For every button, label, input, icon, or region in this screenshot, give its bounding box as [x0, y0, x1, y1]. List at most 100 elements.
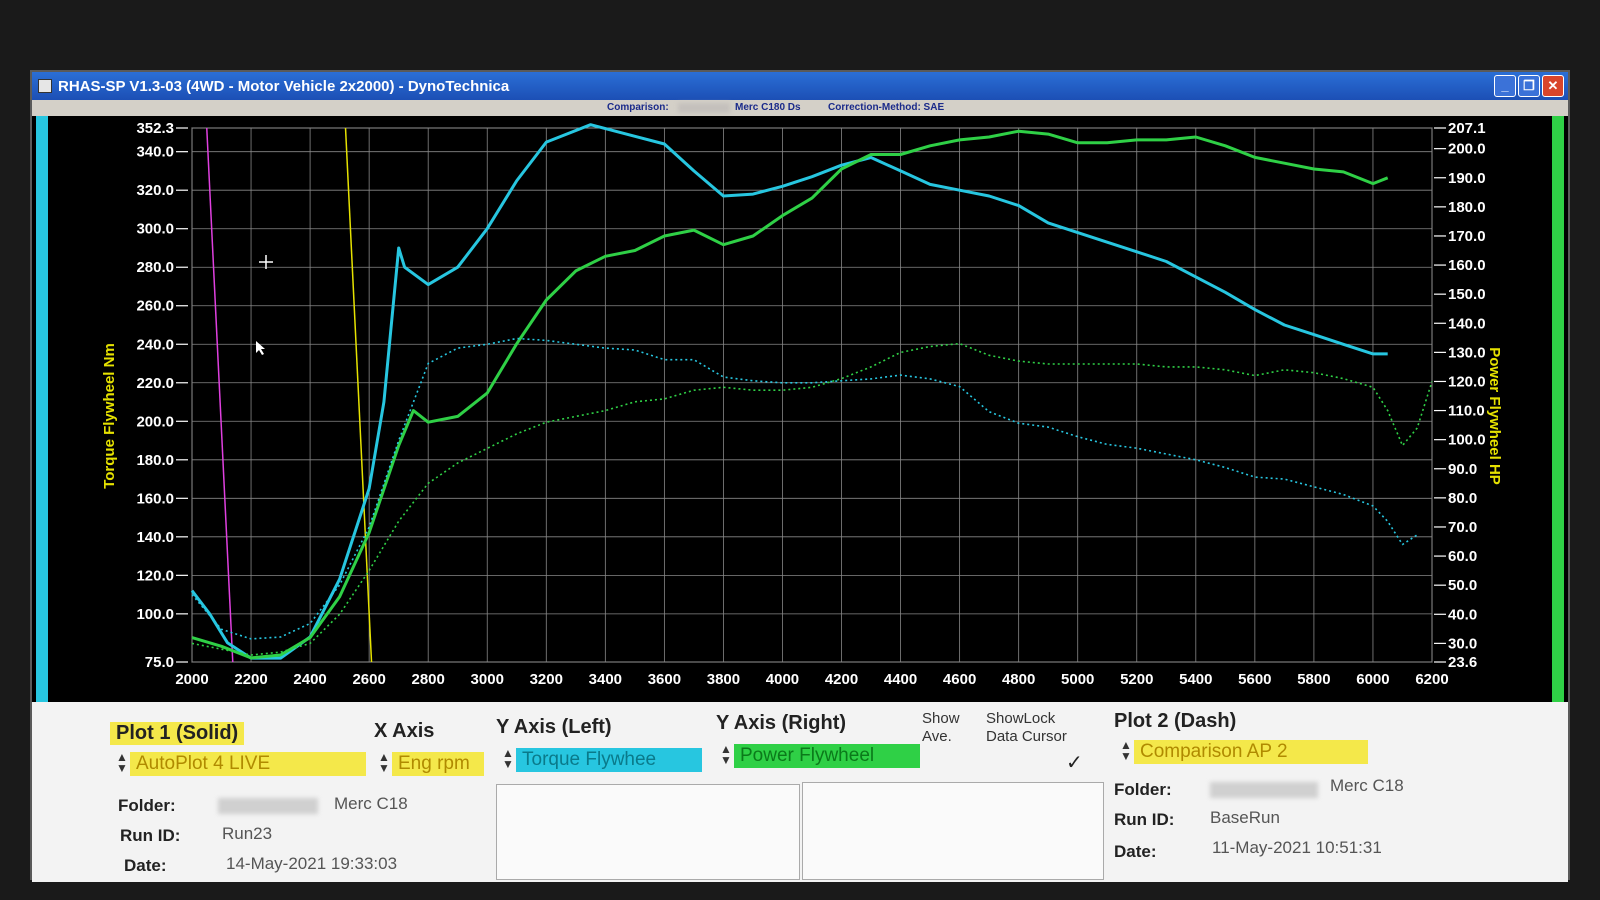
comparison-label: Comparison: [607, 102, 669, 113]
show-lock-checkbox[interactable]: ✓ [1066, 750, 1083, 775]
y-left-select[interactable]: Torque Flywhee [516, 748, 702, 772]
x-tick-label: 6000 [1356, 671, 1389, 688]
x-tick-label: 3800 [707, 671, 740, 688]
right-axis-color-strip [1552, 116, 1564, 702]
y-left-spinner[interactable]: ▲ ▼ [502, 747, 514, 772]
app-window: RHAS-SP V1.3-03 (4WD - Motor Vehicle 2x2… [30, 70, 1570, 882]
show-ave-label-2: Ave. [922, 728, 952, 745]
plot1-folder-redacted [218, 798, 318, 814]
x-tick-label: 3200 [530, 671, 563, 688]
y-left-axis-title: Torque Flywheel Nm [101, 343, 118, 489]
mouse-pointer-icon [256, 341, 265, 355]
close-button[interactable]: ✕ [1542, 75, 1564, 97]
plot-frame [191, 127, 1433, 663]
x-axis-spinner[interactable]: ▲ ▼ [378, 751, 390, 776]
plot2-runid-label: Run ID: [1114, 810, 1175, 829]
maximize-button[interactable]: ❐ [1518, 75, 1540, 97]
y-left-tick-label: 340.0 [136, 144, 174, 161]
plot2-runid-value: BaseRun [1210, 808, 1280, 827]
show-ave-label-1: Show [922, 710, 960, 727]
info-box-left [496, 784, 800, 880]
plot1-folder-value: Merc C18 [334, 794, 408, 813]
y-left-tick-label: 280.0 [136, 259, 174, 276]
x-axis-header: X Axis [374, 720, 435, 742]
y-left-header: Y Axis (Left) [496, 716, 612, 738]
app-icon [38, 79, 52, 93]
y-right-tick-label: 80.0 [1448, 490, 1477, 507]
x-tick-label: 2400 [293, 671, 326, 688]
correction-method: Correction-Method: SAE [828, 102, 945, 113]
show-lock-label-2: Data Cursor [986, 728, 1067, 745]
plot2-folder-value: Merc C18 [1330, 776, 1404, 795]
y-right-tick-label: 30.0 [1448, 635, 1477, 652]
y-right-spinner[interactable]: ▲ ▼ [720, 743, 732, 768]
dyno-chart[interactable]: 2000 2200 2400 2600 2800 3000 3200 3400 3600 3800… [52, 116, 1552, 702]
x-tick-label: 4200 [825, 671, 858, 688]
plot2-date-value: 11-May-2021 10:51:31 [1212, 838, 1382, 857]
plot2-spinner[interactable]: ▲ ▼ [1120, 739, 1132, 764]
plot1-runid-label: Run ID: [120, 826, 181, 845]
x-tick-label: 4800 [1002, 671, 1035, 688]
x-tick-label: 4400 [884, 671, 917, 688]
control-panel: Plot 1 (Solid) ▲ ▼ AutoPlot 4 LIVE Folder… [32, 702, 1568, 882]
plot1-date-value: 14-May-2021 19:33:03 [226, 854, 398, 873]
y-left-tick-label: 100.0 [136, 606, 174, 623]
plot1-spinner[interactable]: ▲ ▼ [116, 751, 128, 776]
x-tick-label: 2800 [412, 671, 445, 688]
x-tick-label: 5600 [1238, 671, 1271, 688]
y-right-tick-label: 23.6 [1448, 654, 1477, 671]
y-left-tick-label: 200.0 [136, 413, 174, 430]
x-axis-select[interactable]: Eng rpm [392, 752, 484, 776]
y-right-tick-label: 120.0 [1448, 373, 1486, 390]
comparison-redacted [678, 103, 730, 113]
y-right-tick-label: 60.0 [1448, 548, 1477, 565]
y-left-tick-label: 260.0 [136, 298, 174, 315]
y-right-tick-label: 130.0 [1448, 344, 1486, 361]
cursor-marker-line [206, 127, 234, 663]
y-right-tick-label: 90.0 [1448, 461, 1477, 478]
series-line-2 [191, 337, 1418, 640]
x-tick-label: 2200 [234, 671, 267, 688]
plot-area[interactable]: 2000 2200 2400 2600 2800 3000 3200 3400 3600 3800… [32, 116, 1568, 702]
x-tick-label: 5200 [1120, 671, 1153, 688]
y-right-tick-label: 180.0 [1448, 199, 1486, 216]
comparison-value: Merc C180 Ds [735, 102, 801, 113]
y-right-axis-title: Power Flywheel HP [1486, 347, 1503, 485]
plot1-select[interactable]: AutoPlot 4 LIVE [130, 752, 366, 776]
title-bar[interactable]: RHAS-SP V1.3-03 (4WD - Motor Vehicle 2x2… [32, 72, 1568, 100]
y-left-tick-label: 300.0 [136, 221, 174, 238]
x-tick-label: 2600 [352, 671, 385, 688]
y-left-tick-label: 220.0 [136, 375, 174, 392]
y-right-tick-label: 170.0 [1448, 228, 1486, 245]
x-tick-label: 5800 [1297, 671, 1330, 688]
x-tick-label: 4600 [943, 671, 976, 688]
y-right-tick-label: 40.0 [1448, 606, 1477, 623]
window-title: RHAS-SP V1.3-03 (4WD - Motor Vehicle 2x2… [58, 77, 510, 95]
y-right-tick-label: 150.0 [1448, 286, 1486, 303]
y-left-tick-label: 180.0 [136, 452, 174, 469]
y-left-tick-label: 160.0 [136, 490, 174, 507]
y-left-tick-label: 320.0 [136, 182, 174, 199]
show-lock-label-1: ShowLock [986, 710, 1056, 727]
plot2-select[interactable]: Comparison AP 2 [1134, 740, 1368, 764]
y-right-tick-label: 200.0 [1448, 141, 1486, 158]
x-tick-label: 3000 [471, 671, 504, 688]
x-tick-label: 3400 [589, 671, 622, 688]
plot2-folder-redacted [1210, 782, 1318, 798]
x-tick-label: 4000 [766, 671, 799, 688]
y-right-tick-label: 110.0 [1448, 403, 1485, 420]
y-left-tick-label: 240.0 [136, 336, 174, 353]
y-left-tick-label: 140.0 [136, 529, 174, 546]
plot1-date-label: Date: [124, 856, 167, 875]
y-left-tick-label: 75.0 [145, 654, 174, 671]
y-left-tick-label: 120.0 [136, 567, 174, 584]
info-box-right [802, 782, 1104, 880]
left-axis-color-strip [36, 116, 48, 702]
info-bar: Comparison: Merc C180 Ds Correction-Meth… [32, 100, 1568, 116]
y-right-tick-label: 50.0 [1448, 577, 1477, 594]
x-tick-label: 5400 [1179, 671, 1212, 688]
y-right-header: Y Axis (Right) [716, 712, 847, 734]
plot1-runid-value: Run23 [222, 824, 273, 843]
minimize-button[interactable]: _ [1494, 75, 1516, 97]
y-right-select[interactable]: Power Flywheel [734, 744, 920, 768]
